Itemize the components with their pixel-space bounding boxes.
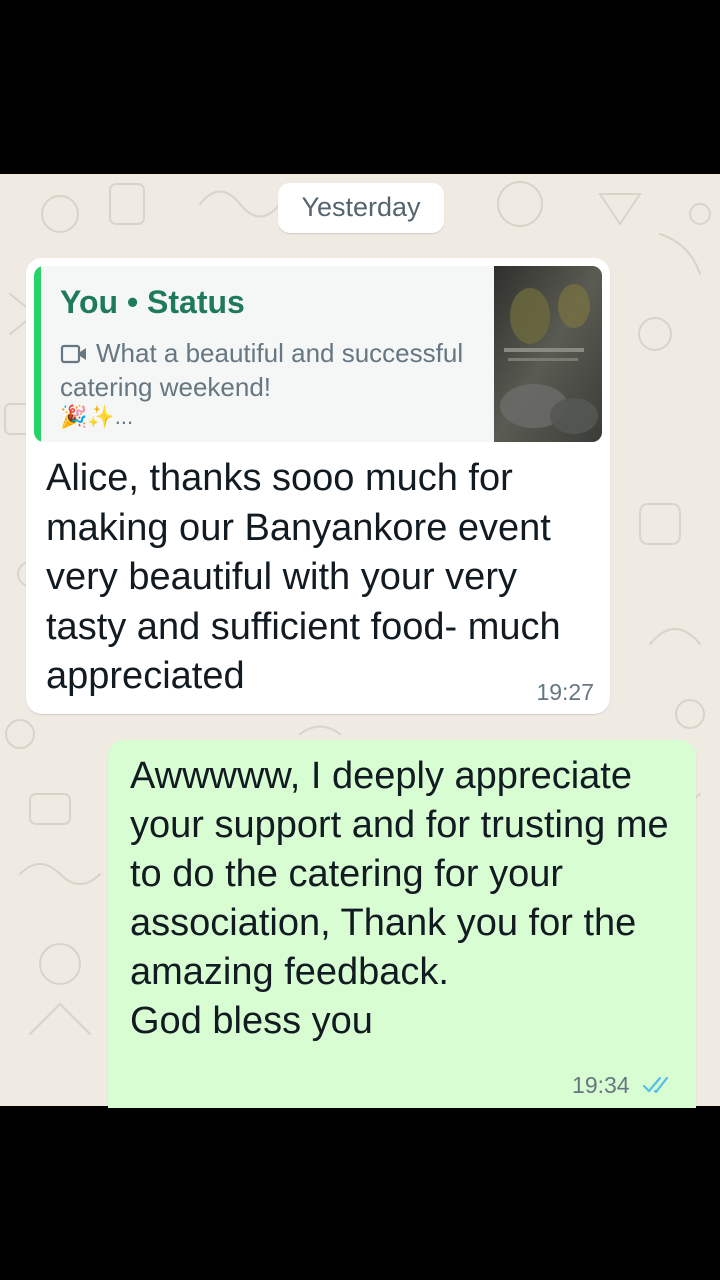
message-meta: 19:34 [572, 1072, 676, 1099]
message-text: Awwwww, I deeply appreciate your support… [130, 755, 669, 1042]
date-separator: Yesterday [278, 183, 444, 233]
reply-accent-bar [34, 266, 41, 442]
status-video-thumbnail[interactable] [494, 266, 602, 442]
quoted-text: What a beautiful and successful catering… [60, 338, 464, 402]
thumbnail-image [494, 266, 602, 442]
quoted-text-container: What a beautiful and successful catering… [60, 336, 480, 404]
video-icon [60, 344, 86, 364]
message-text: Alice, thanks sooo much for making our B… [46, 457, 561, 697]
outgoing-message-bubble[interactable]: Awwwww, I deeply appreciate your support… [108, 740, 696, 1108]
quoted-emoji-line: 🎉✨... [60, 404, 134, 429]
message-time: 19:34 [572, 1072, 630, 1098]
quoted-status-reply[interactable]: You • Status What a beautiful and succes… [34, 266, 602, 442]
message-time: 19:27 [536, 679, 594, 705]
double-check-read-icon [642, 1076, 669, 1094]
quoted-author: You • Status [60, 284, 245, 320]
incoming-message-bubble[interactable]: You • Status What a beautiful and succes… [26, 258, 610, 714]
